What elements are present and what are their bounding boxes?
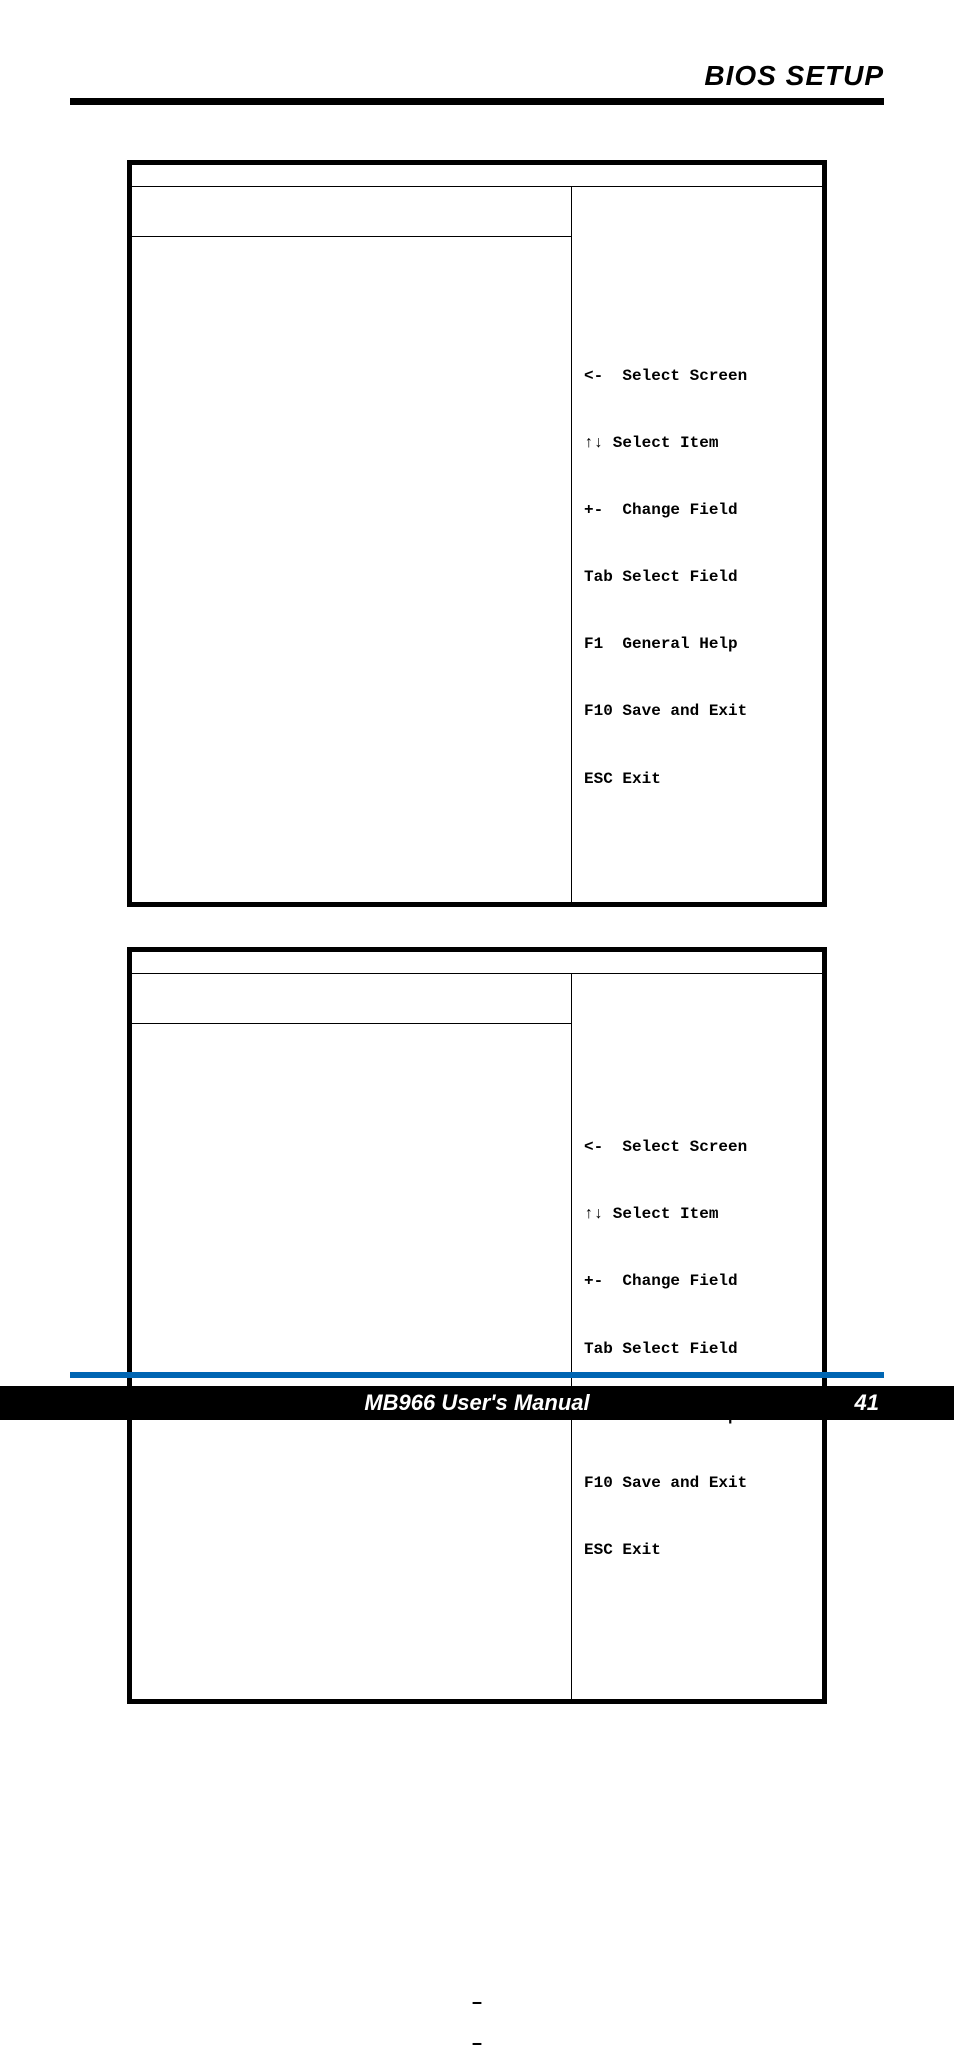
dash-2: – [70, 2033, 884, 2056]
help-line: ↑↓ Select Item [584, 432, 810, 454]
panel-left-upper [132, 974, 571, 1024]
panel-left [132, 974, 572, 1700]
panel-help: <- Select Screen ↑↓ Select Item +- Chang… [572, 187, 822, 902]
footer-rule [70, 1372, 884, 1378]
help-line: Tab Select Field [584, 1338, 810, 1360]
bios-panel-1: <- Select Screen ↑↓ Select Item +- Chang… [127, 160, 827, 907]
help-line: +- Change Field [584, 1270, 810, 1292]
help-line: Tab Select Field [584, 566, 810, 588]
help-line: F1 General Help [584, 633, 810, 655]
help-line: ESC Exit [584, 768, 810, 790]
panel-left [132, 187, 572, 902]
panel-help: <- Select Screen ↑↓ Select Item +- Chang… [572, 974, 822, 1700]
help-line: F10 Save and Exit [584, 1472, 810, 1494]
bios-panel-2: <- Select Screen ↑↓ Select Item +- Chang… [127, 947, 827, 1705]
panel-top-row [132, 952, 822, 974]
help-line: <- Select Screen [584, 1136, 810, 1158]
dash-1: – [70, 1992, 884, 2015]
page-header-title: BIOS SETUP [70, 60, 884, 98]
help-line: ESC Exit [584, 1539, 810, 1561]
footer-center: MB966 User's Manual [0, 1390, 954, 1416]
help-line: F10 Save and Exit [584, 700, 810, 722]
panel-left-upper [132, 187, 571, 237]
help-line: +- Change Field [584, 499, 810, 521]
help-line: ↑↓ Select Item [584, 1203, 810, 1225]
help-line: <- Select Screen [584, 365, 810, 387]
panel-top-row [132, 165, 822, 187]
header-rule [70, 98, 884, 105]
footer-bar: . MB966 User's Manual 41 [0, 1386, 954, 1420]
